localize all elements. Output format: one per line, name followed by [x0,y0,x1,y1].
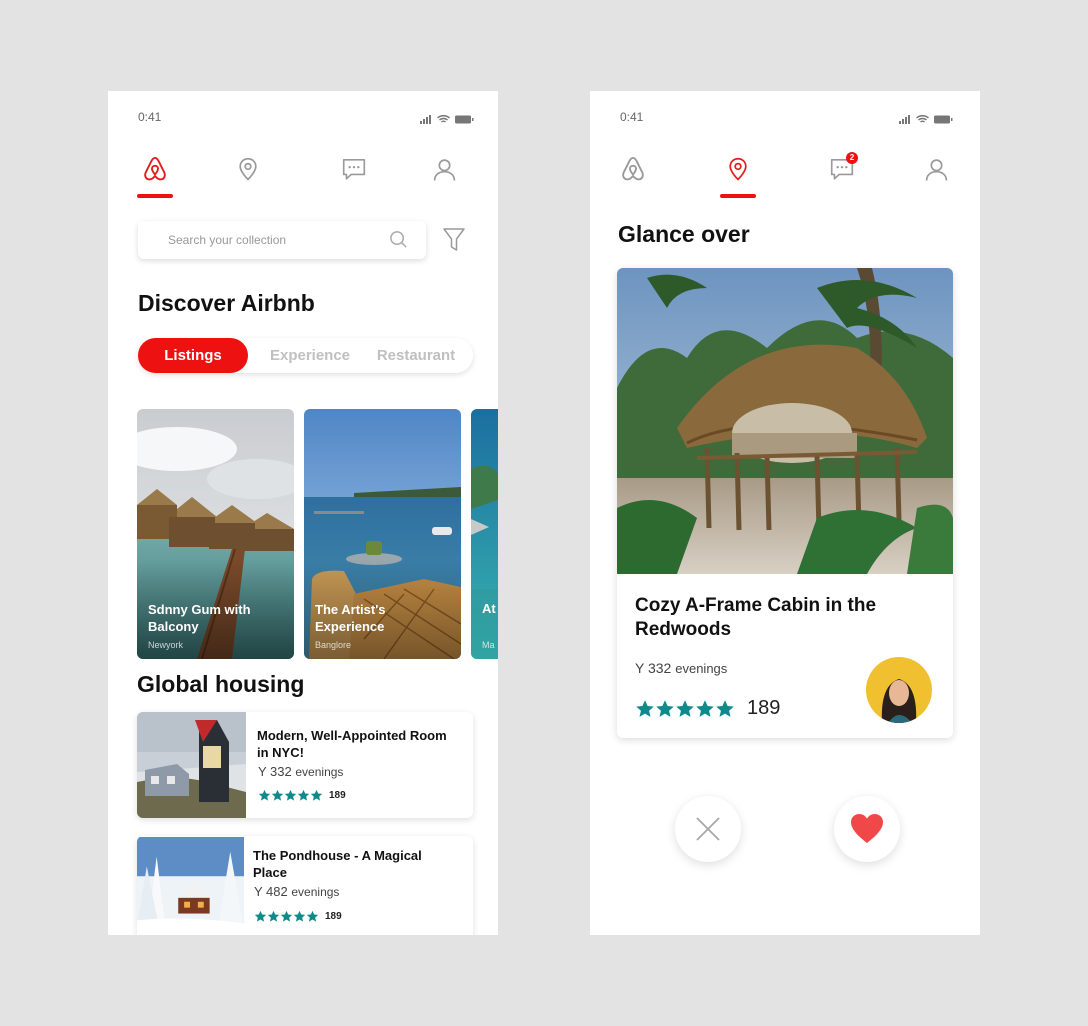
listing-card[interactable]: Sdnny Gum with Balcony Newyork [137,409,294,659]
dismiss-button[interactable] [675,796,741,862]
section-heading: Global housing [137,671,305,697]
listing-rating: 189 [254,910,342,923]
featured-listing-card[interactable]: Cozy A-Frame Cabin in the Redwoods Y 332… [617,268,953,738]
listing-photo [617,268,953,574]
review-count: 189 [329,790,346,801]
battery-icon [455,111,474,129]
search-placeholder: Search your collection [168,233,287,247]
review-count: 189 [747,697,781,719]
page-title: Glance over [618,221,750,247]
tab-listings[interactable]: Listings [138,338,248,373]
star-icon [715,699,735,719]
heart-icon [851,814,883,843]
listing-title: Modern, Well-Appointed Room in NYC! [257,728,447,760]
star-icon [293,910,306,923]
airbnb-logo-icon [619,155,647,183]
star-icon [306,910,319,923]
nav-explore[interactable] [720,151,756,198]
location-pin-icon [235,156,261,182]
star-icon [635,699,655,719]
rating-stars [254,910,319,923]
star-icon [310,789,323,802]
listing-card[interactable]: At Ma [471,409,498,659]
star-icon [258,789,271,802]
nav-messages[interactable]: 2 [824,151,860,187]
category-tabs: Listings Experience Restaurant [138,338,473,373]
card-location: Ma [482,640,495,650]
signal-icon [899,111,911,129]
discover-screen: 0:41 Search your collection Discover Air… [108,91,498,935]
card-location: Newyork [148,640,184,650]
nav-home[interactable] [137,151,173,198]
featured-title: Cozy A-Frame Cabin in the Redwoods [635,595,877,640]
listing-rating: 189 [258,789,346,802]
wifi-icon [437,111,450,129]
status-time: 0:41 [620,110,644,124]
featured-rating: 189 [635,697,780,720]
airbnb-logo-icon [141,155,169,183]
chat-icon [341,156,367,182]
card-title: At [482,601,496,616]
card-title: Sdnny Gum with Balcony [148,602,251,634]
location-pin-icon [725,156,751,182]
user-icon [432,157,457,182]
status-icons [420,111,474,129]
card-location: Banglore [315,640,352,650]
glance-screen: 0:41 2 Glance over Cozy A-Frame Cabin in… [590,91,980,935]
listing-price: Y 332 evenings [258,764,344,779]
battery-icon [934,111,953,129]
listing-card[interactable]: The Artist's Experience Banglore [304,409,461,659]
listing-price: Y 482 evenings [254,884,340,899]
star-icon [254,910,267,923]
avatar[interactable] [866,657,932,723]
nav-active-indicator [720,194,756,198]
search-icon[interactable] [389,230,408,254]
review-count: 189 [325,911,342,922]
status-icons [899,111,953,129]
page-title: Discover Airbnb [138,290,315,316]
rating-stars [258,789,323,802]
signal-icon [420,111,432,129]
listing-photo [471,409,498,659]
nav-active-indicator [137,194,173,198]
listing-title: The Pondhouse - A Magical Place [253,848,422,880]
nav-home[interactable] [615,151,651,187]
close-icon [696,817,720,841]
featured-price: Y 332 evenings [635,660,728,676]
star-icon [284,789,297,802]
status-time: 0:41 [138,110,162,124]
star-icon [695,699,715,719]
list-item[interactable]: The Pondhouse - A Magical Place Y 482 ev… [137,836,473,935]
card-title: The Artist's Experience [315,602,386,634]
star-icon [271,789,284,802]
star-icon [280,910,293,923]
nav-profile[interactable] [426,151,462,187]
wifi-icon [916,111,929,129]
tab-restaurant[interactable]: Restaurant [364,338,468,373]
listing-thumbnail [137,836,244,935]
tab-experience[interactable]: Experience [258,338,362,373]
search-input[interactable]: Search your collection [138,221,426,259]
like-button[interactable] [834,796,900,862]
list-item[interactable]: Modern, Well-Appointed Room in NYC! Y 33… [137,712,473,818]
user-icon [924,157,949,182]
filter-icon[interactable] [442,226,466,259]
rating-stars [635,699,735,719]
nav-messages[interactable] [336,151,372,187]
nav-explore[interactable] [230,151,266,187]
listing-thumbnail [137,712,246,818]
star-icon [675,699,695,719]
star-icon [267,910,280,923]
notification-badge: 2 [846,152,858,164]
nav-profile[interactable] [918,151,954,187]
star-icon [297,789,310,802]
star-icon [655,699,675,719]
